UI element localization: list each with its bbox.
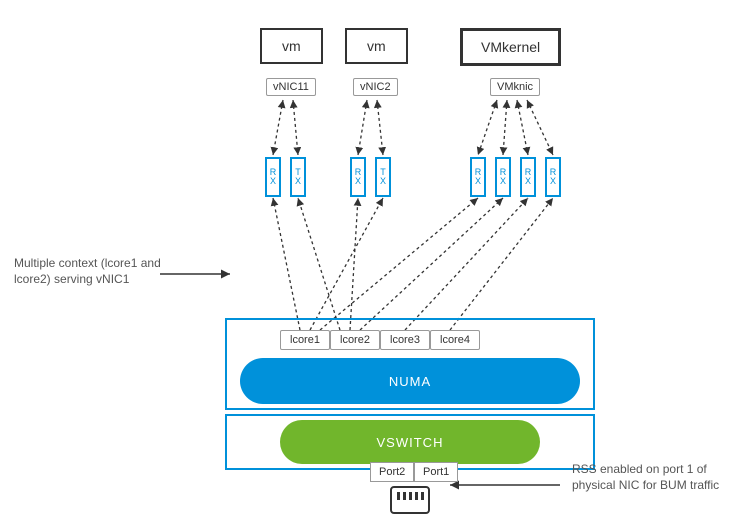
- vm2-label: vm: [367, 38, 386, 54]
- rx-label: R X: [352, 168, 364, 186]
- rx-label: R X: [497, 168, 509, 186]
- vmknic-box: VMknic: [490, 78, 540, 96]
- nic-pins-icon: [397, 492, 424, 500]
- lcore2-label: lcore2: [340, 334, 370, 346]
- nic-socket-icon: [390, 486, 430, 514]
- lcore2-box: lcore2: [330, 330, 380, 350]
- queue-vmk-rx4: R X: [545, 157, 561, 197]
- queue-vnic2-rx: R X: [350, 157, 366, 197]
- vnic11-box: vNIC11: [266, 78, 316, 96]
- vmkernel-label: VMkernel: [481, 39, 540, 55]
- lcore4-label: lcore4: [440, 334, 470, 346]
- queue-vnic1-rx: R X: [265, 157, 281, 197]
- vswitch-label: VSWITCH: [377, 435, 444, 450]
- queue-vmk-rx2: R X: [495, 157, 511, 197]
- left-note-text: Multiple context (lcore1 and lcore2) ser…: [14, 256, 161, 286]
- queue-vmk-rx3: R X: [520, 157, 536, 197]
- queue-vmk-rx1: R X: [470, 157, 486, 197]
- lcore4-box: lcore4: [430, 330, 480, 350]
- port2-box: Port2: [370, 462, 414, 482]
- port1-label: Port1: [423, 466, 449, 478]
- vm1-box: vm: [260, 28, 323, 64]
- rx-label: R X: [267, 168, 279, 186]
- vm1-label: vm: [282, 38, 301, 54]
- queue-vnic1-tx: T X: [290, 157, 306, 197]
- lcore3-label: lcore3: [390, 334, 420, 346]
- right-note-text: RSS enabled on port 1 of physical NIC fo…: [572, 462, 719, 492]
- vmkernel-box: VMkernel: [460, 28, 561, 66]
- vnic2-label: vNIC2: [360, 81, 391, 93]
- left-note: Multiple context (lcore1 and lcore2) ser…: [14, 256, 174, 287]
- lcore3-box: lcore3: [380, 330, 430, 350]
- vswitch-pill: VSWITCH: [280, 420, 540, 464]
- port1-box: Port1: [414, 462, 458, 482]
- numa-label: NUMA: [389, 374, 431, 389]
- port2-label: Port2: [379, 466, 405, 478]
- vmknic-label: VMknic: [497, 81, 533, 93]
- vnic2-box: vNIC2: [353, 78, 398, 96]
- lcore1-box: lcore1: [280, 330, 330, 350]
- numa-pill: NUMA: [240, 358, 580, 404]
- tx-label: T X: [292, 168, 304, 186]
- tx-label: T X: [377, 168, 389, 186]
- vm2-box: vm: [345, 28, 408, 64]
- rx-label: R X: [472, 168, 484, 186]
- lcore1-label: lcore1: [290, 334, 320, 346]
- rx-label: R X: [547, 168, 559, 186]
- vnic11-label: vNIC11: [273, 81, 309, 93]
- queue-vnic2-tx: T X: [375, 157, 391, 197]
- rx-label: R X: [522, 168, 534, 186]
- right-note: RSS enabled on port 1 of physical NIC fo…: [572, 462, 732, 493]
